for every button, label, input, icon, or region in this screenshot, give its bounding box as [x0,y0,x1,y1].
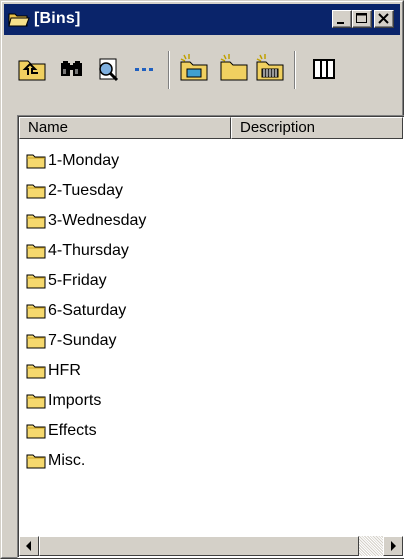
title-bar[interactable]: [Bins] [4,4,400,35]
minimize-icon [337,22,344,24]
new-bin-clip-icon [180,54,208,81]
list-item[interactable]: Misc. [26,446,146,476]
arrow-right-icon [391,541,396,551]
close-icon [378,13,389,24]
find-button[interactable] [56,53,88,85]
list-item-label: 1-Monday [48,152,120,169]
folder-icon [26,364,46,379]
list-item[interactable]: 7-Sunday [26,326,146,356]
folder-icon [26,334,46,349]
list-item-label: 2-Tuesday [48,182,123,199]
folder-icon [26,184,46,199]
column-header-description[interactable]: Description [231,117,403,139]
maximize-icon [356,13,367,23]
new-bin-icon [220,54,248,81]
horizontal-scrollbar[interactable] [19,536,403,556]
search-document-icon [99,58,119,82]
folder-icon [26,214,46,229]
list-item[interactable]: Effects [26,416,146,446]
list-item-label: 5-Friday [48,272,107,289]
up-one-level-icon [18,60,46,81]
search-document-button[interactable] [92,53,124,85]
list-item[interactable]: 5-Friday [26,266,146,296]
toolbar-separator [168,51,170,89]
column-view-button[interactable] [308,53,340,85]
find-icon [61,61,82,76]
list-item-label: 4-Thursday [48,242,129,259]
list-item[interactable]: Imports [26,386,146,416]
bins-window: [Bins] Name Description 1-Monday 2-Tuesd… [0,0,404,559]
list-item-label: 6-Saturday [48,302,127,319]
folder-open-icon [8,13,30,27]
list-rows: 1-Monday 2-Tuesday 3-Wednesday 4-Thursda… [26,146,146,476]
folder-icon [26,274,46,289]
folder-icon [26,244,46,259]
list-item[interactable]: 4-Thursday [26,236,146,266]
window-title: [Bins] [34,10,81,27]
scroll-left-button[interactable] [19,536,39,556]
folder-icon [26,454,46,469]
folder-icon [26,154,46,169]
bin-list[interactable]: Name Description 1-Monday 2-Tuesday 3-We… [17,115,404,558]
folder-icon [26,394,46,409]
column-header-name[interactable]: Name [19,117,231,139]
details-dots-button[interactable] [128,53,160,85]
toolbar-separator [294,51,296,89]
new-bin-sequence-button[interactable] [254,53,286,85]
list-item-label: 7-Sunday [48,332,117,349]
list-item-label: Effects [48,422,97,439]
new-bin-sequence-icon [256,54,284,81]
scroll-thumb[interactable] [39,536,359,556]
list-item[interactable]: 1-Monday [26,146,146,176]
scroll-right-button[interactable] [383,536,403,556]
arrow-left-icon [26,541,31,551]
list-item[interactable]: 3-Wednesday [26,206,146,236]
list-item[interactable]: 6-Saturday [26,296,146,326]
toolbar [4,37,400,109]
folder-icon [26,424,46,439]
list-item[interactable]: 2-Tuesday [26,176,146,206]
list-item-label: Misc. [48,452,86,469]
new-bin-button[interactable] [218,53,250,85]
column-view-icon [313,59,335,79]
list-item-label: HFR [48,362,81,379]
folder-icon [26,304,46,319]
list-item[interactable]: HFR [26,356,146,386]
minimize-button[interactable] [332,10,352,28]
details-dots-icon [135,68,153,71]
maximize-button[interactable] [352,10,372,28]
close-button[interactable] [374,10,394,28]
list-item-label: Imports [48,392,102,409]
up-one-level-button[interactable] [16,53,48,85]
list-header: Name Description [19,117,403,139]
new-bin-clip-button[interactable] [178,53,210,85]
list-item-label: 3-Wednesday [48,212,147,229]
